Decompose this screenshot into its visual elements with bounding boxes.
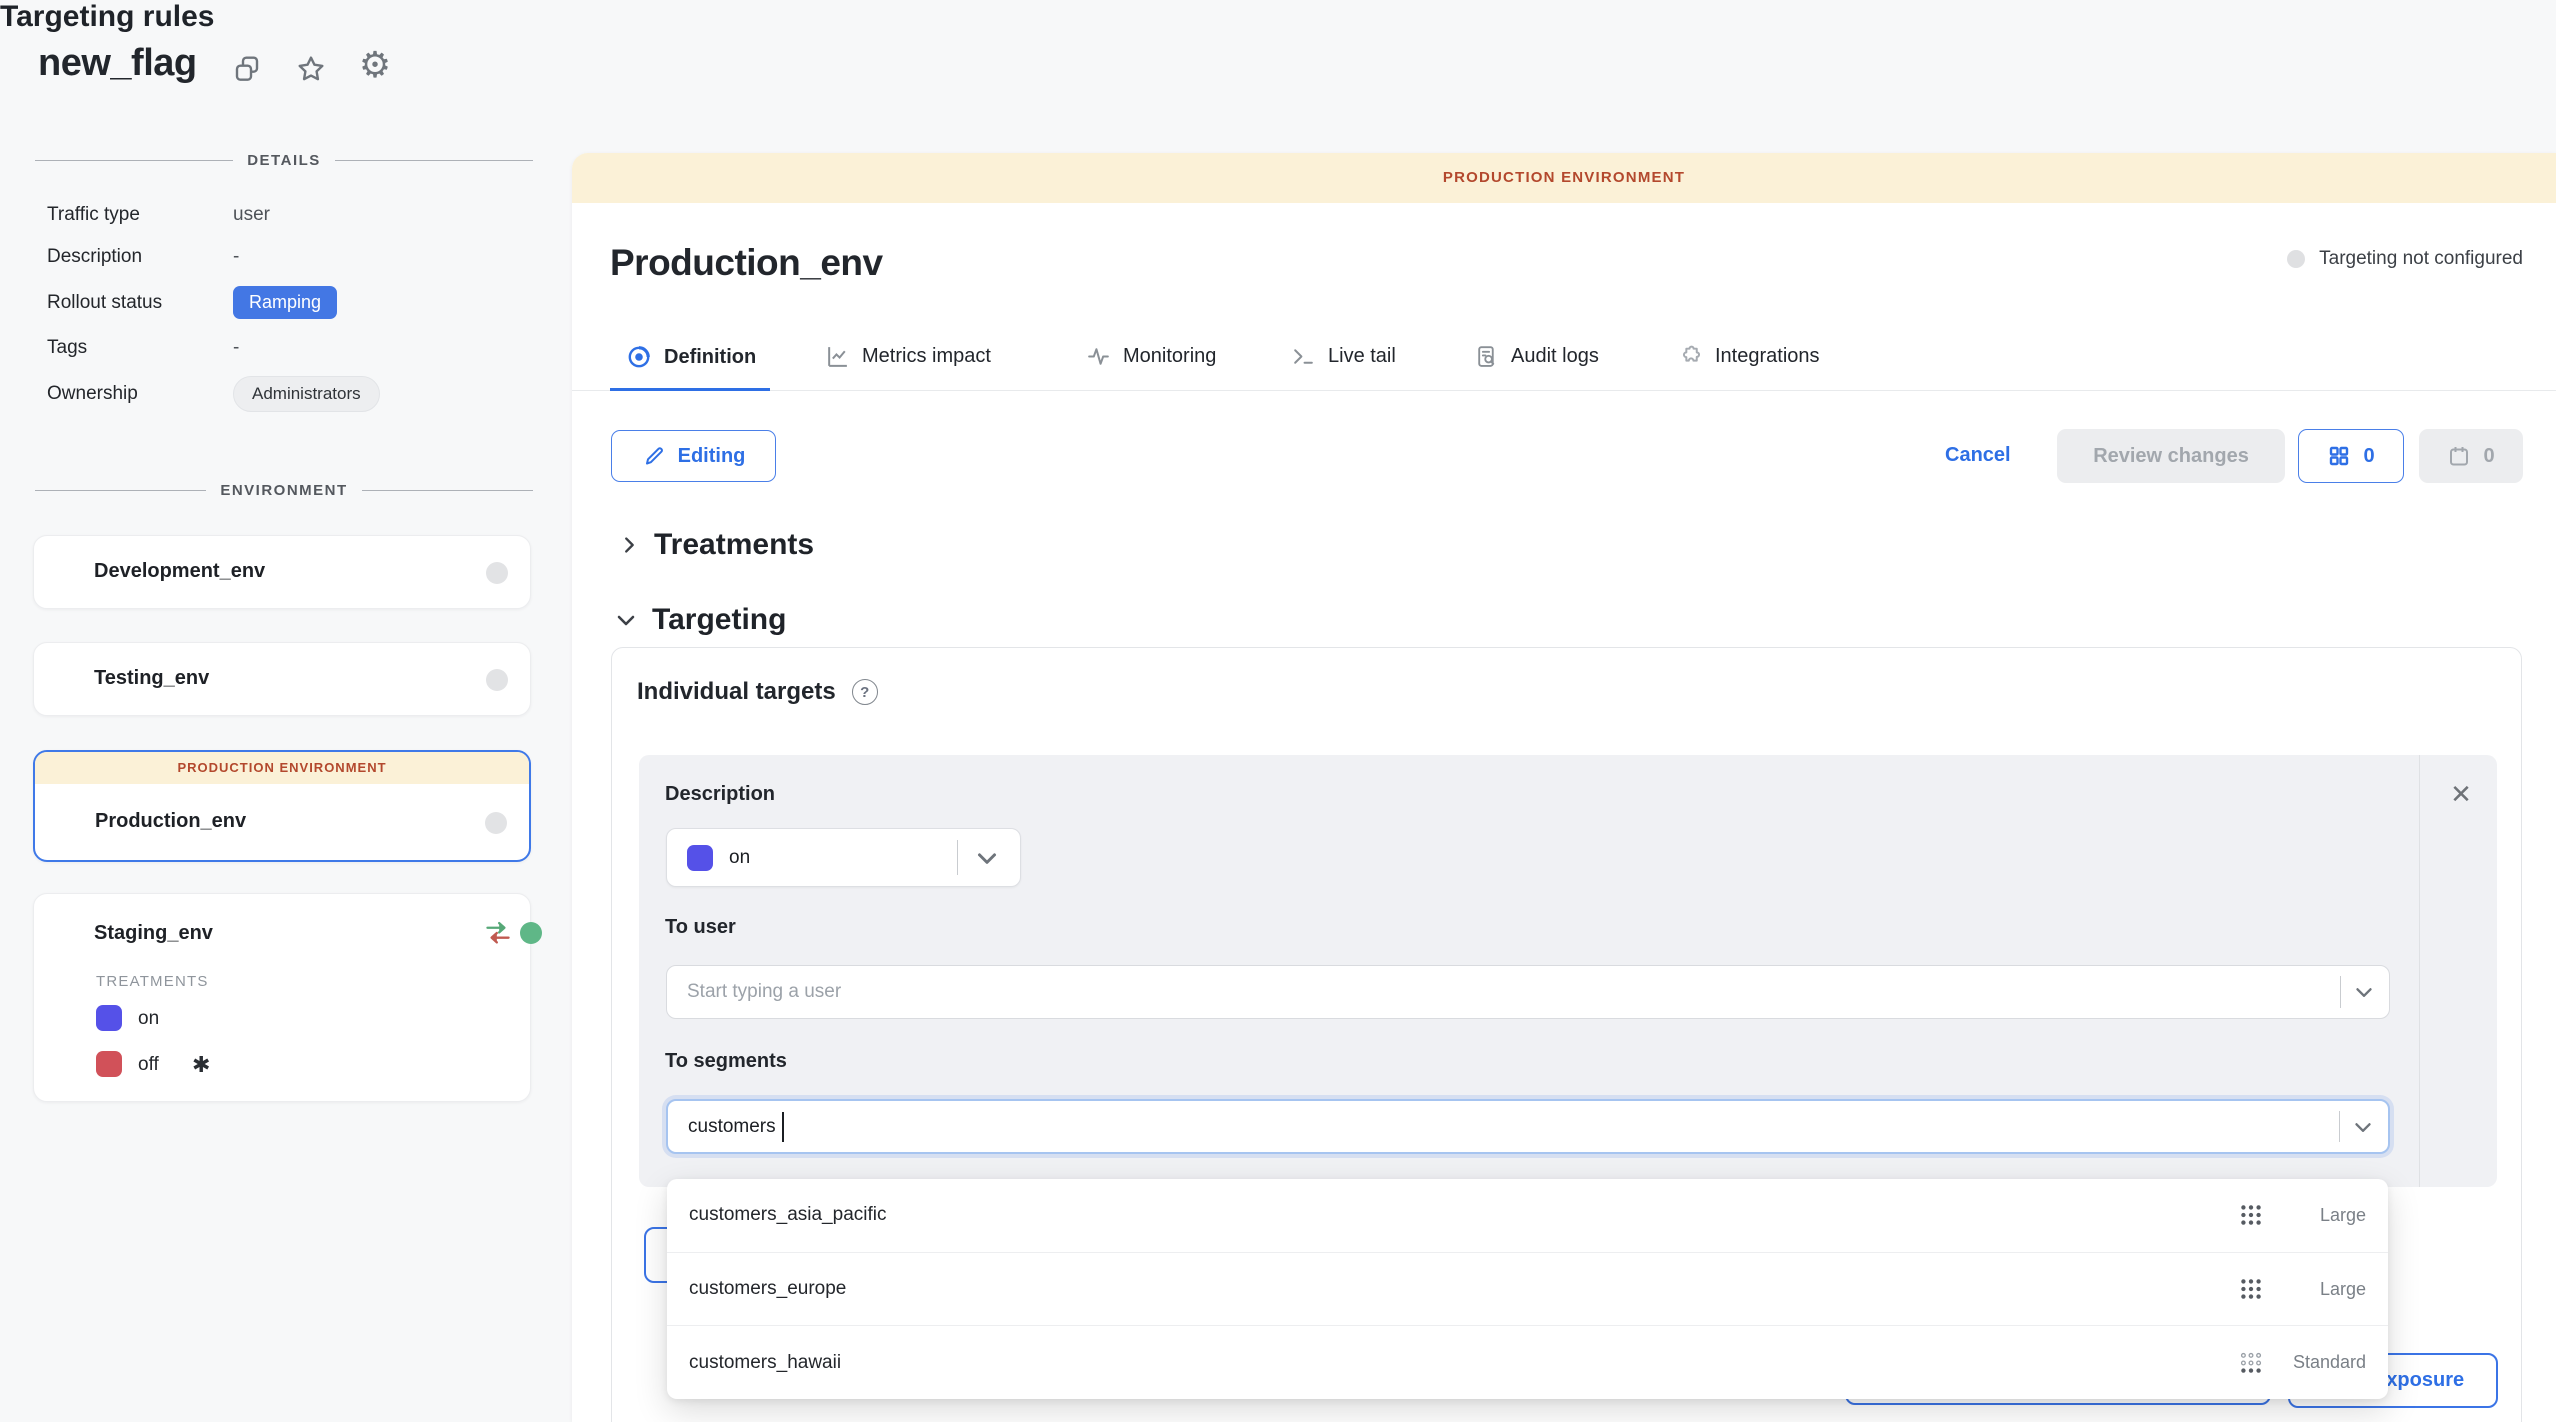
calendar-icon [2447, 444, 2471, 468]
env-name: Testing_env [94, 667, 209, 690]
flag-detail-page: new_flag ⚙ DETAILS Traffic type user Des… [0, 0, 2556, 1422]
gear-icon[interactable]: ⚙ [356, 46, 394, 84]
env-status-dot-active [520, 922, 542, 944]
grid-icon [2327, 444, 2351, 468]
segment-option[interactable]: customers_europe Large [667, 1252, 2388, 1326]
definition-icon [626, 344, 652, 370]
traffic-type-label: Traffic type [47, 204, 140, 226]
rule-card-divider [2419, 755, 2420, 1187]
environment-section-header: ENVIRONMENT [35, 482, 533, 499]
segment-size-label: Large [2280, 1279, 2366, 1300]
traffic-type-value: user [233, 204, 270, 226]
to-segments-label: To segments [665, 1050, 787, 1073]
env-status-dot [485, 812, 507, 834]
env-card-testing[interactable]: Testing_env [33, 642, 531, 716]
segment-size-label: Standard [2280, 1352, 2366, 1373]
production-environment-banner: PRODUCTION ENVIRONMENT [572, 153, 2556, 203]
env-card-production[interactable]: PRODUCTION ENVIRONMENT Production_env [33, 750, 531, 862]
swap-arrows-icon [484, 920, 512, 951]
ownership-chip[interactable]: Administrators [233, 376, 380, 412]
tab-integrations[interactable]: Integrations [1678, 344, 1820, 369]
segment-option[interactable]: customers_hawaii Standard [667, 1325, 2388, 1399]
to-user-placeholder: Start typing a user [667, 981, 841, 1003]
status-dot [2287, 250, 2305, 268]
chevron-right-icon [618, 534, 640, 556]
targeting-status: Targeting not configured [2287, 248, 2523, 270]
treatment-description-label: Description [665, 783, 775, 806]
to-segments-input[interactable]: customers [666, 1099, 2390, 1154]
monitoring-icon [1086, 344, 1111, 369]
integrations-icon [1678, 344, 1703, 369]
env-name: Development_env [94, 560, 265, 583]
star-icon[interactable] [292, 50, 330, 88]
tab-definition[interactable]: Definition [626, 344, 756, 370]
tags-label: Tags [47, 337, 87, 359]
env-card-development[interactable]: Development_env [33, 535, 531, 609]
targeting-section-header[interactable]: Targeting [614, 603, 786, 637]
tab-audit-logs[interactable]: Audit logs [1474, 344, 1599, 369]
audit-logs-icon [1474, 344, 1499, 369]
changes-count-button[interactable]: 0 [2298, 429, 2404, 483]
tab-metrics-impact[interactable]: Metrics impact [825, 344, 991, 369]
editing-button[interactable]: Editing [611, 430, 776, 482]
status-text: Targeting not configured [2319, 248, 2523, 270]
production-environment-strip: PRODUCTION ENVIRONMENT [35, 752, 529, 784]
details-section-header: DETAILS [35, 152, 533, 169]
schedule-count-button[interactable]: 0 [2419, 429, 2523, 483]
cancel-link[interactable]: Cancel [1945, 444, 2011, 467]
text-cursor [782, 1112, 784, 1142]
to-user-input[interactable]: Start typing a user [666, 965, 2390, 1019]
chevron-down-icon [2351, 979, 2377, 1005]
close-icon[interactable]: ✕ [2442, 775, 2480, 813]
rollout-status-label: Rollout status [47, 292, 162, 314]
metrics-impact-icon [825, 344, 850, 369]
ownership-label: Ownership [47, 383, 138, 405]
individual-targets-heading: Individual targets ? [637, 678, 878, 706]
description-label: Description [47, 246, 142, 268]
details-heading: DETAILS [247, 152, 321, 169]
treatment-color-swatch [687, 845, 713, 871]
rollout-status-badge: Ramping [233, 286, 337, 319]
chevron-down-icon [2350, 1114, 2376, 1140]
segment-grid-icon [2238, 1276, 2264, 1302]
treatments-section-header[interactable]: Treatments [618, 528, 814, 562]
default-treatment-marker: ✱ [192, 1052, 210, 1078]
env-card-staging[interactable]: Staging_env TREATMENTS on off ✱ [33, 893, 531, 1102]
env-name: Production_env [95, 810, 246, 833]
treatment-off-swatch [96, 1051, 122, 1077]
env-name: Staging_env [94, 922, 213, 945]
targeting-rules-heading-occluded: Targeting rules [0, 0, 2556, 34]
description-value: - [233, 246, 239, 268]
treatment-on-label: on [138, 1008, 159, 1030]
segment-size-label: Large [2280, 1205, 2366, 1226]
tab-monitoring[interactable]: Monitoring [1086, 344, 1216, 369]
live-tail-icon [1291, 344, 1316, 369]
segment-grid-icon [2238, 1202, 2264, 1228]
help-icon[interactable]: ? [852, 679, 878, 705]
treatment-select-value: on [713, 847, 750, 869]
segments-dropdown: customers_asia_pacific Large customers_e… [667, 1179, 2388, 1399]
tags-value: - [233, 337, 239, 359]
tabs-divider [572, 390, 2556, 391]
treatments-heading: TREATMENTS [96, 973, 209, 990]
tab-live-tail[interactable]: Live tail [1291, 344, 1396, 369]
flag-name-title: new_flag [38, 42, 197, 85]
to-user-label: To user [665, 916, 736, 939]
treatment-off-label: off [138, 1054, 159, 1076]
environment-title: Production_env [610, 242, 883, 284]
segment-grid-icon-standard [2238, 1350, 2264, 1376]
to-segments-value: customers [668, 1116, 776, 1138]
env-status-dot [486, 669, 508, 691]
treatment-on-swatch [96, 1005, 122, 1031]
review-changes-button[interactable]: Review changes [2057, 429, 2285, 483]
active-tab-underline [610, 388, 770, 391]
pencil-icon [642, 444, 666, 468]
chevron-down-icon [614, 608, 638, 632]
env-status-dot [486, 562, 508, 584]
chevron-down-icon [972, 843, 1002, 873]
environment-heading: ENVIRONMENT [220, 482, 347, 499]
segment-option[interactable]: customers_asia_pacific Large [667, 1179, 2388, 1252]
treatment-select[interactable]: on [666, 828, 1021, 887]
copy-icon[interactable] [228, 50, 266, 88]
